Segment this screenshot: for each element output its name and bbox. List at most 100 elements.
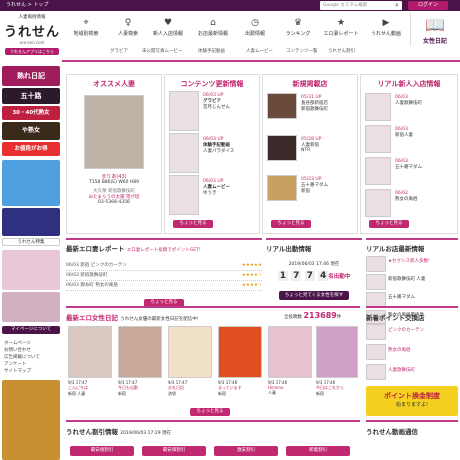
recommend-name[interactable]: まりあ(43) <box>67 173 161 180</box>
more-button[interactable]: ちょっと見る <box>190 408 230 416</box>
banner-3040[interactable]: 30・40代熟女 <box>2 106 60 120</box>
nav-divider <box>410 12 411 46</box>
list-item[interactable]: 9/3 17:46 Himeno 人妻 <box>268 380 312 396</box>
sidebar-link[interactable]: ホームページ <box>4 340 60 347</box>
subnav-contents[interactable]: コンテンツ一覧 <box>286 46 318 58</box>
banner-navy[interactable] <box>2 208 60 236</box>
site-logo[interactable]: 人妻風俗情報 うれせん ure-sen.com うれせんアプリはこちら <box>4 12 60 62</box>
nav-wife-search[interactable]: ♀ 人妻検索 <box>108 16 148 44</box>
banner-feature[interactable]: うれせん特集 <box>2 238 60 246</box>
list-item[interactable]: 新宿歌舞伎町 人妻 <box>388 276 425 282</box>
contents-thumb[interactable] <box>169 175 199 215</box>
recommend-stats: T158 B86(E) W60 H89 <box>88 180 140 185</box>
list-item[interactable]: 06/03 UP 人妻ムービー ゆうき <box>203 179 230 196</box>
sidebar-link[interactable]: お問い合わせ <box>4 347 60 354</box>
mypage-button[interactable]: マイページについて <box>2 326 60 334</box>
search-input[interactable]: Google カスタム検索 <box>320 1 402 10</box>
nav-attendance[interactable]: ◷ 出勤情報 <box>236 16 274 44</box>
banner-isoji[interactable]: 五十路 <box>2 88 60 104</box>
subnav-wife-movie[interactable]: 人妻ムービー <box>246 46 273 58</box>
list-item[interactable]: 06/03 五十路マダム <box>395 159 422 170</box>
book-icon: 📖 <box>425 15 445 34</box>
subnav-unreleased[interactable]: 未公開写真ムービー <box>142 46 183 58</box>
list-item[interactable]: 06/03 UP グラビア 宮月じんせん <box>203 93 230 110</box>
nav-bottom-rule <box>62 60 460 62</box>
list-item[interactable]: 05/23 UP 五十路マダム 新宿 <box>301 177 328 194</box>
nav-video[interactable]: ▶ うれせん動画 <box>366 16 406 44</box>
shop-thumb[interactable] <box>366 274 386 290</box>
search-icon[interactable]: ⌕ <box>392 1 402 10</box>
banner-blue[interactable] <box>2 160 60 206</box>
list-item[interactable]: ★セクシス新人多数! <box>388 258 430 264</box>
nav-area-search[interactable]: ⌖ 地域別検索 <box>66 16 106 44</box>
app-badge[interactable]: うれせんアプリはこちら <box>5 48 59 55</box>
diary-thumb[interactable] <box>68 326 112 378</box>
sidebar-link[interactable]: アンケート <box>4 361 60 368</box>
diary-thumb[interactable] <box>268 326 312 378</box>
table-row[interactable]: 06/03 錦糸町 熟女の風俗 ★★★★☆ <box>66 281 262 291</box>
point-banner[interactable]: ポイント換金制度 始まりますよ! <box>366 386 458 416</box>
sidebar-link[interactable]: サイトマップ <box>4 368 60 375</box>
more-button[interactable]: ちょっと見る <box>369 220 409 228</box>
contents-title: コンテンツ更新情報 <box>180 80 244 88</box>
list-item[interactable]: 9/3 17:47 今日も出勤 新宿 <box>118 380 162 397</box>
shop-thumb[interactable] <box>267 175 297 201</box>
realnew-thumb[interactable] <box>365 93 391 121</box>
list-item[interactable]: 9/3 17:47 こんにちは 新宿 人妻 <box>68 380 112 397</box>
list-item[interactable]: 9/3 17:47 お礼日記 池袋 <box>168 380 212 397</box>
banner-point[interactable] <box>2 292 60 322</box>
tab-low-price[interactable]: 最安価割引 <box>142 446 206 456</box>
table-row[interactable]: 06/03 新宿歌舞伎町 ★★★★☆ <box>66 271 262 281</box>
shop-thumb[interactable] <box>366 256 386 272</box>
table-row[interactable]: 06/03 新宿 ピンクのカーテン ★★★★★ <box>66 261 262 271</box>
list-item[interactable]: 06/02 熟女の風俗 <box>395 191 418 202</box>
nav-shop-news[interactable]: ⌂ お店最新情報 <box>190 16 236 44</box>
realnew-thumb[interactable] <box>365 125 391 153</box>
list-item[interactable]: ピンクのカーテン <box>388 327 424 333</box>
contents-thumb[interactable] <box>169 91 199 131</box>
more-button[interactable]: ちょっと見る <box>271 220 311 228</box>
diary-thumb[interactable] <box>168 326 212 378</box>
contents-thumb[interactable] <box>169 133 199 173</box>
list-item[interactable]: 五十路マダム <box>388 294 415 300</box>
sidebar-link[interactable]: 広告掲載について <box>4 354 60 361</box>
list-item[interactable]: 05/31 UP 長谷部新宿店 新宿歌舞伎町 <box>301 95 328 112</box>
banner-price[interactable]: お値段がお得 <box>2 142 60 156</box>
nav-diary[interactable]: 📖 女性日記 <box>416 14 454 54</box>
recommend-photo[interactable] <box>84 95 144 169</box>
list-item[interactable]: 05/28 UP 人妻新宿 NTR <box>301 137 321 153</box>
list-item[interactable]: 人妻歌舞伎町 <box>388 367 415 373</box>
shop-thumb[interactable] <box>366 344 386 360</box>
list-item[interactable]: 熟女の風俗 <box>388 347 411 353</box>
subnav-gravure[interactable]: グラビア <box>110 46 128 58</box>
subnav-experience[interactable]: 体験手記動画 <box>198 46 225 58</box>
list-item[interactable]: 9/3 17:46 まっています 新宿 <box>218 380 262 397</box>
list-item[interactable]: 06/03 新宿人妻 <box>395 127 413 138</box>
list-item[interactable]: 9/3 17:46 今日はこれから 新宿 <box>316 380 358 397</box>
list-item[interactable]: 06/03 人妻歌舞伎町 <box>395 95 422 106</box>
tab-cheapest[interactable]: 最安値割引 <box>70 446 134 456</box>
list-item[interactable]: 06/03 UP 体験手記動画 人妻パラダイス <box>203 137 234 154</box>
realnew-thumb[interactable] <box>365 157 391 185</box>
tab-bargain[interactable]: 激安割引 <box>214 446 278 456</box>
more-button[interactable]: ちょっと見る <box>173 220 213 228</box>
subnav-discount[interactable]: うれせん割引 <box>328 46 355 58</box>
banner-bottom[interactable] <box>2 380 60 460</box>
banner-app[interactable] <box>2 250 60 290</box>
realnew-thumb[interactable] <box>365 189 391 217</box>
tab-new[interactable]: 新着割引 <box>286 446 350 456</box>
login-button[interactable]: ログイン <box>408 1 448 10</box>
find-woman-button[interactable]: ちょっと見てくる女性を探す <box>279 291 349 300</box>
banner-jukujo[interactable]: や熟女 <box>2 122 60 140</box>
nav-new-entry[interactable]: ♥ 新人入店情報 <box>146 16 190 44</box>
diary-thumb[interactable] <box>316 326 358 378</box>
diary-thumb[interactable] <box>218 326 262 378</box>
diary-thumb[interactable] <box>118 326 162 378</box>
shop-thumb[interactable] <box>267 135 297 161</box>
shop-thumb[interactable] <box>366 364 386 380</box>
shop-thumb[interactable] <box>267 93 297 119</box>
nav-ero-report[interactable]: ★ エロ妻レポート <box>318 16 364 44</box>
banner-diary[interactable]: 熟れ日記 <box>2 66 60 86</box>
nav-ranking[interactable]: ♛ ランキング <box>278 16 318 44</box>
shop-thumb[interactable] <box>366 324 386 340</box>
